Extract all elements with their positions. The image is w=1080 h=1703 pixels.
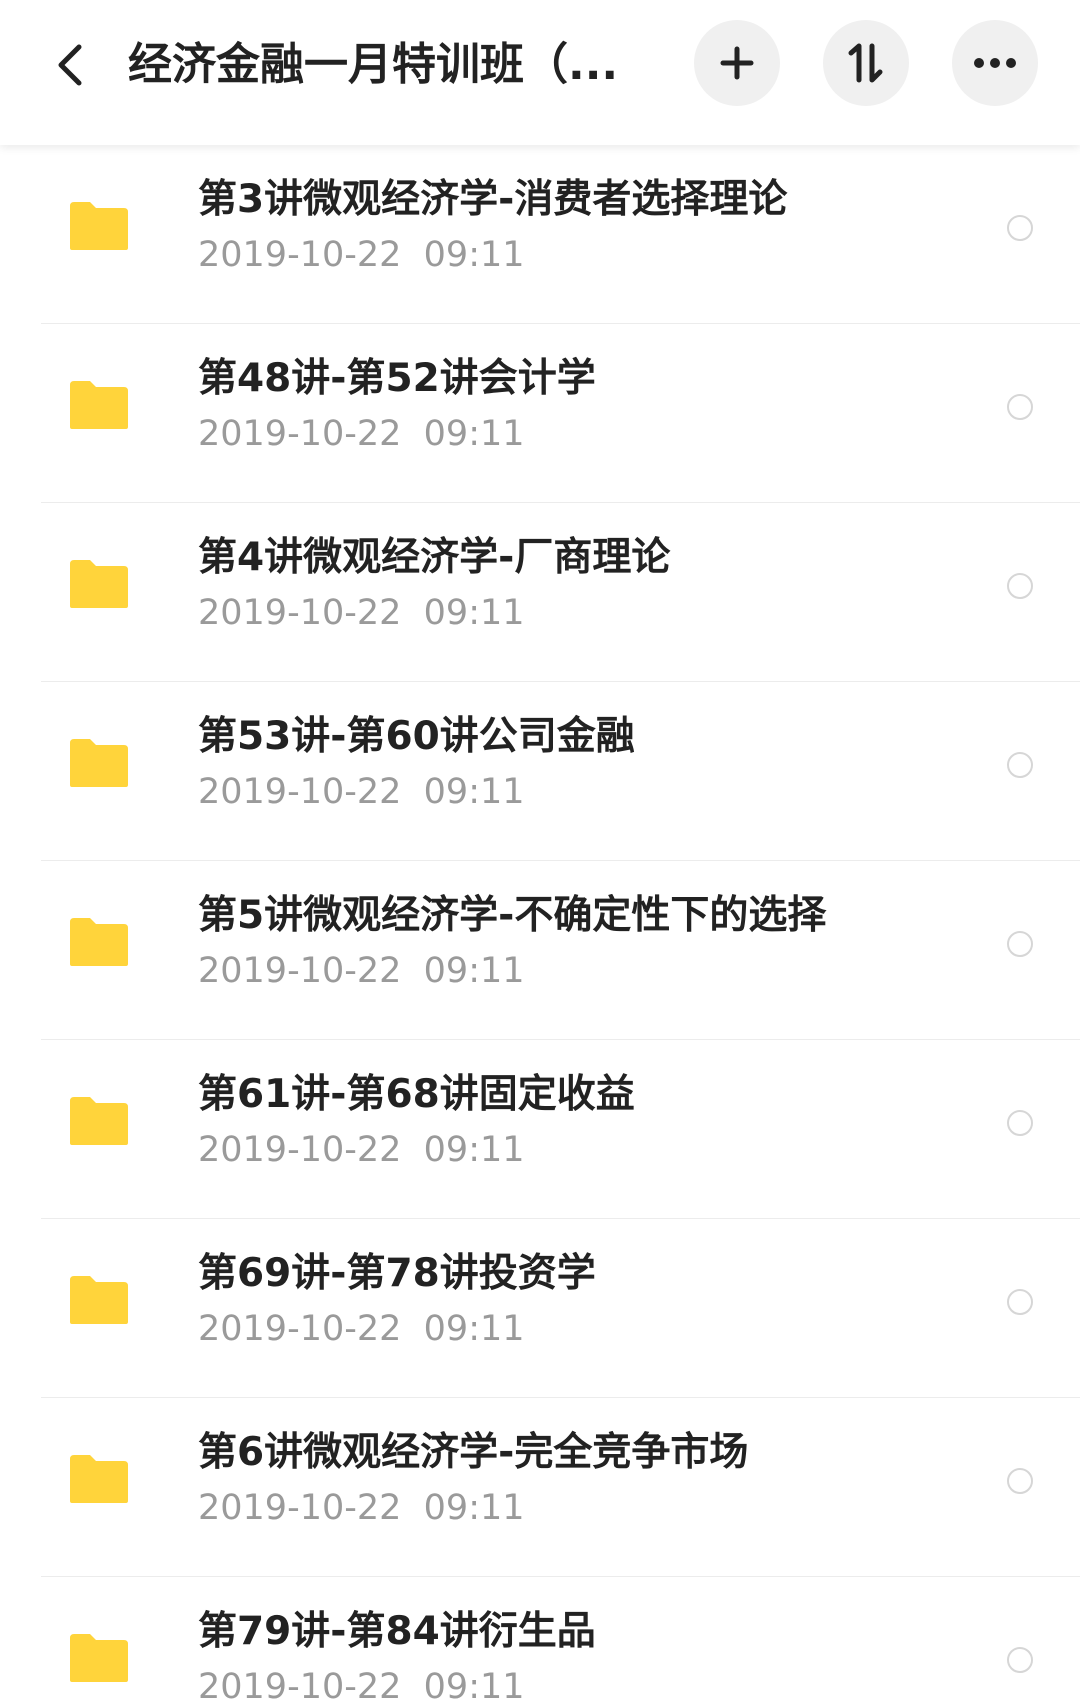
list-item[interactable]: 第53讲-第60讲公司金融 2019-10-22 09:11 (0, 682, 1080, 861)
file-date: 2019-10-22 09:11 (198, 951, 525, 991)
list-item[interactable]: 第61讲-第68讲固定收益 2019-10-22 09:11 (0, 1040, 1080, 1219)
file-browser: 经济金融一月特训班（... 第3讲微观经济学-消费者选择理论 2019-10-2… (0, 0, 1080, 1703)
file-date: 2019-10-22 09:11 (198, 235, 525, 275)
sort-button[interactable] (823, 20, 909, 106)
select-checkbox[interactable] (1007, 1110, 1033, 1136)
list-item[interactable]: 第3讲微观经济学-消费者选择理论 2019-10-22 09:11 (0, 145, 1080, 324)
file-name: 第4讲微观经济学-厂商理论 (198, 535, 671, 580)
select-checkbox[interactable] (1007, 1289, 1033, 1315)
folder-icon (70, 381, 128, 429)
file-name: 第3讲微观经济学-消费者选择理论 (198, 177, 788, 222)
file-name: 第5讲微观经济学-不确定性下的选择 (198, 893, 827, 938)
file-date: 2019-10-22 09:11 (198, 772, 525, 812)
select-checkbox[interactable] (1007, 931, 1033, 957)
file-name: 第6讲微观经济学-完全竞争市场 (198, 1430, 749, 1475)
folder-icon (70, 1455, 128, 1503)
back-button[interactable] (40, 30, 100, 100)
file-name: 第48讲-第52讲会计学 (198, 356, 596, 401)
list-item[interactable]: 第69讲-第78讲投资学 2019-10-22 09:11 (0, 1219, 1080, 1398)
file-list: 第3讲微观经济学-消费者选择理论 2019-10-22 09:11 第48讲-第… (0, 145, 1080, 1703)
file-name: 第79讲-第84讲衍生品 (198, 1609, 596, 1654)
more-horizontal-icon (974, 58, 1016, 68)
folder-icon (70, 560, 128, 608)
select-checkbox[interactable] (1007, 215, 1033, 241)
select-checkbox[interactable] (1007, 752, 1033, 778)
file-date: 2019-10-22 09:11 (198, 1130, 525, 1170)
list-item[interactable]: 第5讲微观经济学-不确定性下的选择 2019-10-22 09:11 (0, 861, 1080, 1040)
add-button[interactable] (694, 20, 780, 106)
plus-icon (720, 46, 754, 80)
folder-icon (70, 739, 128, 787)
folder-title: 经济金融一月特训班（... (128, 39, 619, 90)
file-name: 第53讲-第60讲公司金融 (198, 714, 635, 759)
list-item[interactable]: 第79讲-第84讲衍生品 2019-10-22 09:11 (0, 1577, 1080, 1703)
list-item[interactable]: 第4讲微观经济学-厂商理论 2019-10-22 09:11 (0, 503, 1080, 682)
select-checkbox[interactable] (1007, 573, 1033, 599)
folder-icon (70, 1276, 128, 1324)
select-checkbox[interactable] (1007, 1647, 1033, 1673)
file-name: 第61讲-第68讲固定收益 (198, 1072, 635, 1117)
sort-icon (848, 43, 883, 83)
folder-icon (70, 202, 128, 250)
more-button[interactable] (952, 20, 1038, 106)
file-date: 2019-10-22 09:11 (198, 1667, 525, 1703)
top-bar: 经济金融一月特训班（... (0, 0, 1080, 145)
file-name: 第69讲-第78讲投资学 (198, 1251, 596, 1296)
file-date: 2019-10-22 09:11 (198, 593, 525, 633)
select-checkbox[interactable] (1007, 1468, 1033, 1494)
folder-icon (70, 1097, 128, 1145)
list-item[interactable]: 第48讲-第52讲会计学 2019-10-22 09:11 (0, 324, 1080, 503)
folder-icon (70, 918, 128, 966)
chevron-left-icon (58, 44, 82, 86)
file-date: 2019-10-22 09:11 (198, 1309, 525, 1349)
select-checkbox[interactable] (1007, 394, 1033, 420)
folder-icon (70, 1634, 128, 1682)
list-item[interactable]: 第6讲微观经济学-完全竞争市场 2019-10-22 09:11 (0, 1398, 1080, 1577)
file-date: 2019-10-22 09:11 (198, 414, 525, 454)
file-date: 2019-10-22 09:11 (198, 1488, 525, 1528)
